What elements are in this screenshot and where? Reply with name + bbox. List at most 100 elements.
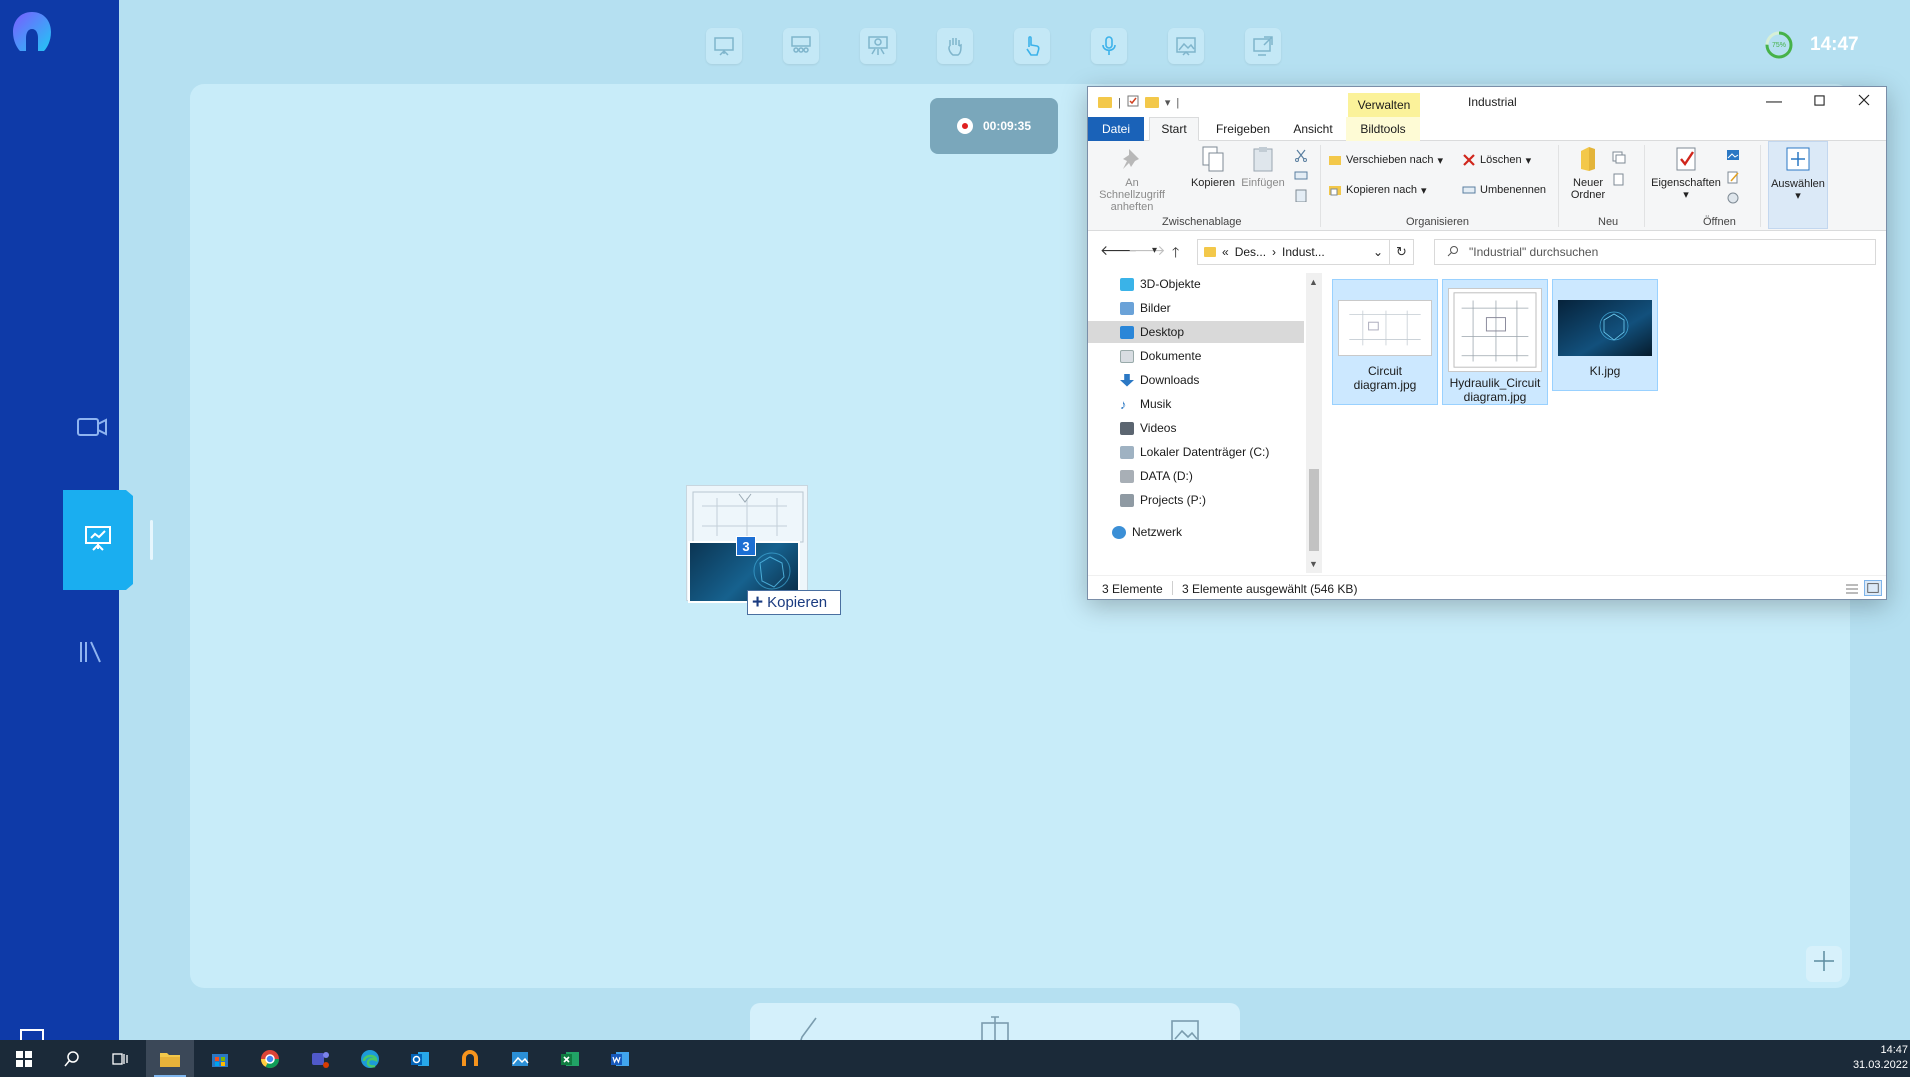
close-button[interactable] xyxy=(1842,87,1886,117)
video-camera-icon[interactable] xyxy=(72,412,112,442)
word-icon[interactable] xyxy=(596,1040,644,1077)
maximize-button[interactable] xyxy=(1797,87,1841,117)
whiteboard-image-tool-button[interactable] xyxy=(1168,28,1204,64)
file-thumbnail xyxy=(1448,288,1542,372)
file-item-circuit-diagram[interactable]: Circuit diagram.jpg xyxy=(1332,279,1438,405)
nav-item-downloads[interactable]: Downloads xyxy=(1088,369,1304,391)
pen-tool-icon[interactable] xyxy=(794,1015,824,1044)
photos-icon[interactable] xyxy=(496,1040,544,1077)
app-ring-icon[interactable] xyxy=(446,1040,494,1077)
edge-icon[interactable] xyxy=(346,1040,394,1077)
new-folder-icon[interactable] xyxy=(1144,97,1159,108)
nav-item-3d-objekte[interactable]: 3D-Objekte xyxy=(1088,273,1304,295)
window-title: Industrial xyxy=(1468,95,1517,109)
image-tool-icon[interactable] xyxy=(1170,1015,1200,1044)
recent-locations-icon[interactable]: ▾ xyxy=(1152,245,1157,256)
copy-path-icon[interactable] xyxy=(1294,169,1308,182)
pin-quick-access-button[interactable]: An Schnellzugriff anheften xyxy=(1096,145,1168,213)
nav-item-bilder[interactable]: Bilder xyxy=(1088,297,1304,319)
screen-share-tool-button[interactable] xyxy=(1245,28,1281,64)
explorer-titlebar[interactable]: | ▾ | Verwalten Industrial — xyxy=(1088,87,1886,117)
library-icon[interactable] xyxy=(76,638,106,666)
history-icon[interactable] xyxy=(1726,191,1740,204)
details-view-icon[interactable] xyxy=(1842,580,1860,596)
sidebar-resize-handle[interactable] xyxy=(150,520,153,560)
breadcrumb-desktop[interactable]: Des... xyxy=(1235,245,1266,259)
nav-item-desktop[interactable]: Desktop xyxy=(1088,321,1304,343)
nav-item-dokumente[interactable]: Dokumente xyxy=(1088,345,1304,367)
rename-icon xyxy=(1462,186,1476,194)
teams-icon[interactable] xyxy=(296,1040,344,1077)
copy-to-button[interactable]: Kopieren nach ▾ xyxy=(1328,183,1426,197)
nav-item-musik[interactable]: ♪ Musik xyxy=(1088,393,1304,415)
nav-item-drive-c[interactable]: Lokaler Datenträger (C:) xyxy=(1088,441,1304,463)
properties-check-icon[interactable] xyxy=(1127,95,1139,110)
delete-label: Löschen xyxy=(1480,154,1522,166)
pointer-tool-button[interactable] xyxy=(1014,28,1050,64)
nav-scrollbar[interactable]: ▲ ▼ xyxy=(1306,273,1322,573)
edit-icon[interactable] xyxy=(1726,171,1740,184)
delete-button[interactable]: Löschen ▾ xyxy=(1462,153,1531,167)
new-item-icon[interactable] xyxy=(1612,151,1626,164)
tab-freigeben[interactable]: Freigeben xyxy=(1204,117,1282,141)
up-arrow-icon[interactable]: 🡑 xyxy=(1172,242,1179,266)
paste-button[interactable]: Einfügen xyxy=(1238,145,1288,189)
tab-start[interactable]: Start xyxy=(1149,117,1199,141)
ribbon-separator xyxy=(1644,145,1645,227)
store-icon[interactable] xyxy=(196,1040,244,1077)
move-to-button[interactable]: Verschieben nach ▾ xyxy=(1328,153,1443,167)
paste-shortcut-icon[interactable] xyxy=(1294,189,1308,202)
nav-item-drive-p[interactable]: Projects (P:) xyxy=(1088,489,1304,511)
taskbar-clock[interactable]: 14:47 31.03.2022 xyxy=(1848,1043,1908,1073)
task-view-icon[interactable] xyxy=(96,1040,144,1077)
add-page-button[interactable] xyxy=(1806,946,1842,982)
sidebar-item-presentation[interactable] xyxy=(63,490,133,590)
properties-button[interactable]: Eigenschaften ▾ xyxy=(1648,145,1724,201)
address-dropdown-icon[interactable]: ⌄ xyxy=(1373,245,1383,259)
outlook-icon[interactable] xyxy=(396,1040,444,1077)
open-image-icon[interactable] xyxy=(1726,149,1740,162)
easy-access-icon[interactable] xyxy=(1612,173,1626,186)
recording-indicator[interactable]: 00:09:35 xyxy=(930,98,1058,154)
tab-ansicht[interactable]: Ansicht xyxy=(1284,117,1342,141)
microphone-tool-button[interactable] xyxy=(1091,28,1127,64)
scroll-down-icon[interactable]: ▼ xyxy=(1309,559,1318,569)
minimize-button[interactable]: — xyxy=(1752,87,1796,117)
breadcrumb-industrial[interactable]: Indust... xyxy=(1282,245,1325,259)
tab-datei[interactable]: Datei xyxy=(1088,117,1144,141)
search-input[interactable]: "Industrial" durchsuchen xyxy=(1434,239,1876,265)
rename-button[interactable]: Umbenennen xyxy=(1462,183,1546,197)
file-explorer-icon[interactable] xyxy=(146,1040,194,1077)
scroll-up-icon[interactable]: ▲ xyxy=(1309,277,1318,287)
large-icons-view-icon[interactable] xyxy=(1864,580,1882,596)
file-item-hydraulik-circuit-diagram[interactable]: Hydraulik_Circuit diagram.jpg xyxy=(1442,279,1548,405)
battery-progress-ring: 75% xyxy=(1764,30,1794,60)
chrome-icon[interactable] xyxy=(246,1040,294,1077)
refresh-button[interactable]: ↻ xyxy=(1390,239,1414,265)
excel-icon[interactable] xyxy=(546,1040,594,1077)
breakout-tool-button[interactable] xyxy=(860,28,896,64)
forward-arrow-icon[interactable]: 🡒 xyxy=(1128,242,1166,259)
hand-raise-tool-button[interactable] xyxy=(937,28,973,64)
cut-icon[interactable] xyxy=(1294,149,1308,162)
text-tool-icon[interactable] xyxy=(980,1015,1010,1044)
file-item-ki[interactable]: KI.jpg xyxy=(1552,279,1658,391)
presentation-tool-button[interactable] xyxy=(706,28,742,64)
copy-button[interactable]: Kopieren xyxy=(1188,145,1238,189)
nav-item-videos[interactable]: Videos xyxy=(1088,417,1304,439)
tab-bildtools[interactable]: Bildtools xyxy=(1346,117,1420,141)
file-explorer-window[interactable]: | ▾ | Verwalten Industrial — Datei Start… xyxy=(1087,86,1887,600)
qat-dropdown-icon[interactable]: ▾ xyxy=(1165,96,1171,109)
address-bar[interactable]: « Des... › Indust... ⌄ xyxy=(1197,239,1390,265)
rename-label: Umbenennen xyxy=(1480,184,1547,196)
new-folder-button[interactable]: Neuer Ordner xyxy=(1566,145,1610,201)
dropdown-caret-icon: ▾ xyxy=(1795,190,1801,202)
windows-start-icon[interactable] xyxy=(0,1040,48,1077)
nav-item-drive-d[interactable]: DATA (D:) xyxy=(1088,465,1304,487)
search-icon[interactable] xyxy=(48,1040,96,1077)
nav-item-netzwerk[interactable]: Netzwerk xyxy=(1088,521,1304,543)
scrollbar-thumb[interactable] xyxy=(1309,469,1319,551)
audience-tool-button[interactable] xyxy=(783,28,819,64)
select-button[interactable]: Auswählen ▾ xyxy=(1768,141,1828,229)
app-logo-icon[interactable] xyxy=(8,8,56,56)
